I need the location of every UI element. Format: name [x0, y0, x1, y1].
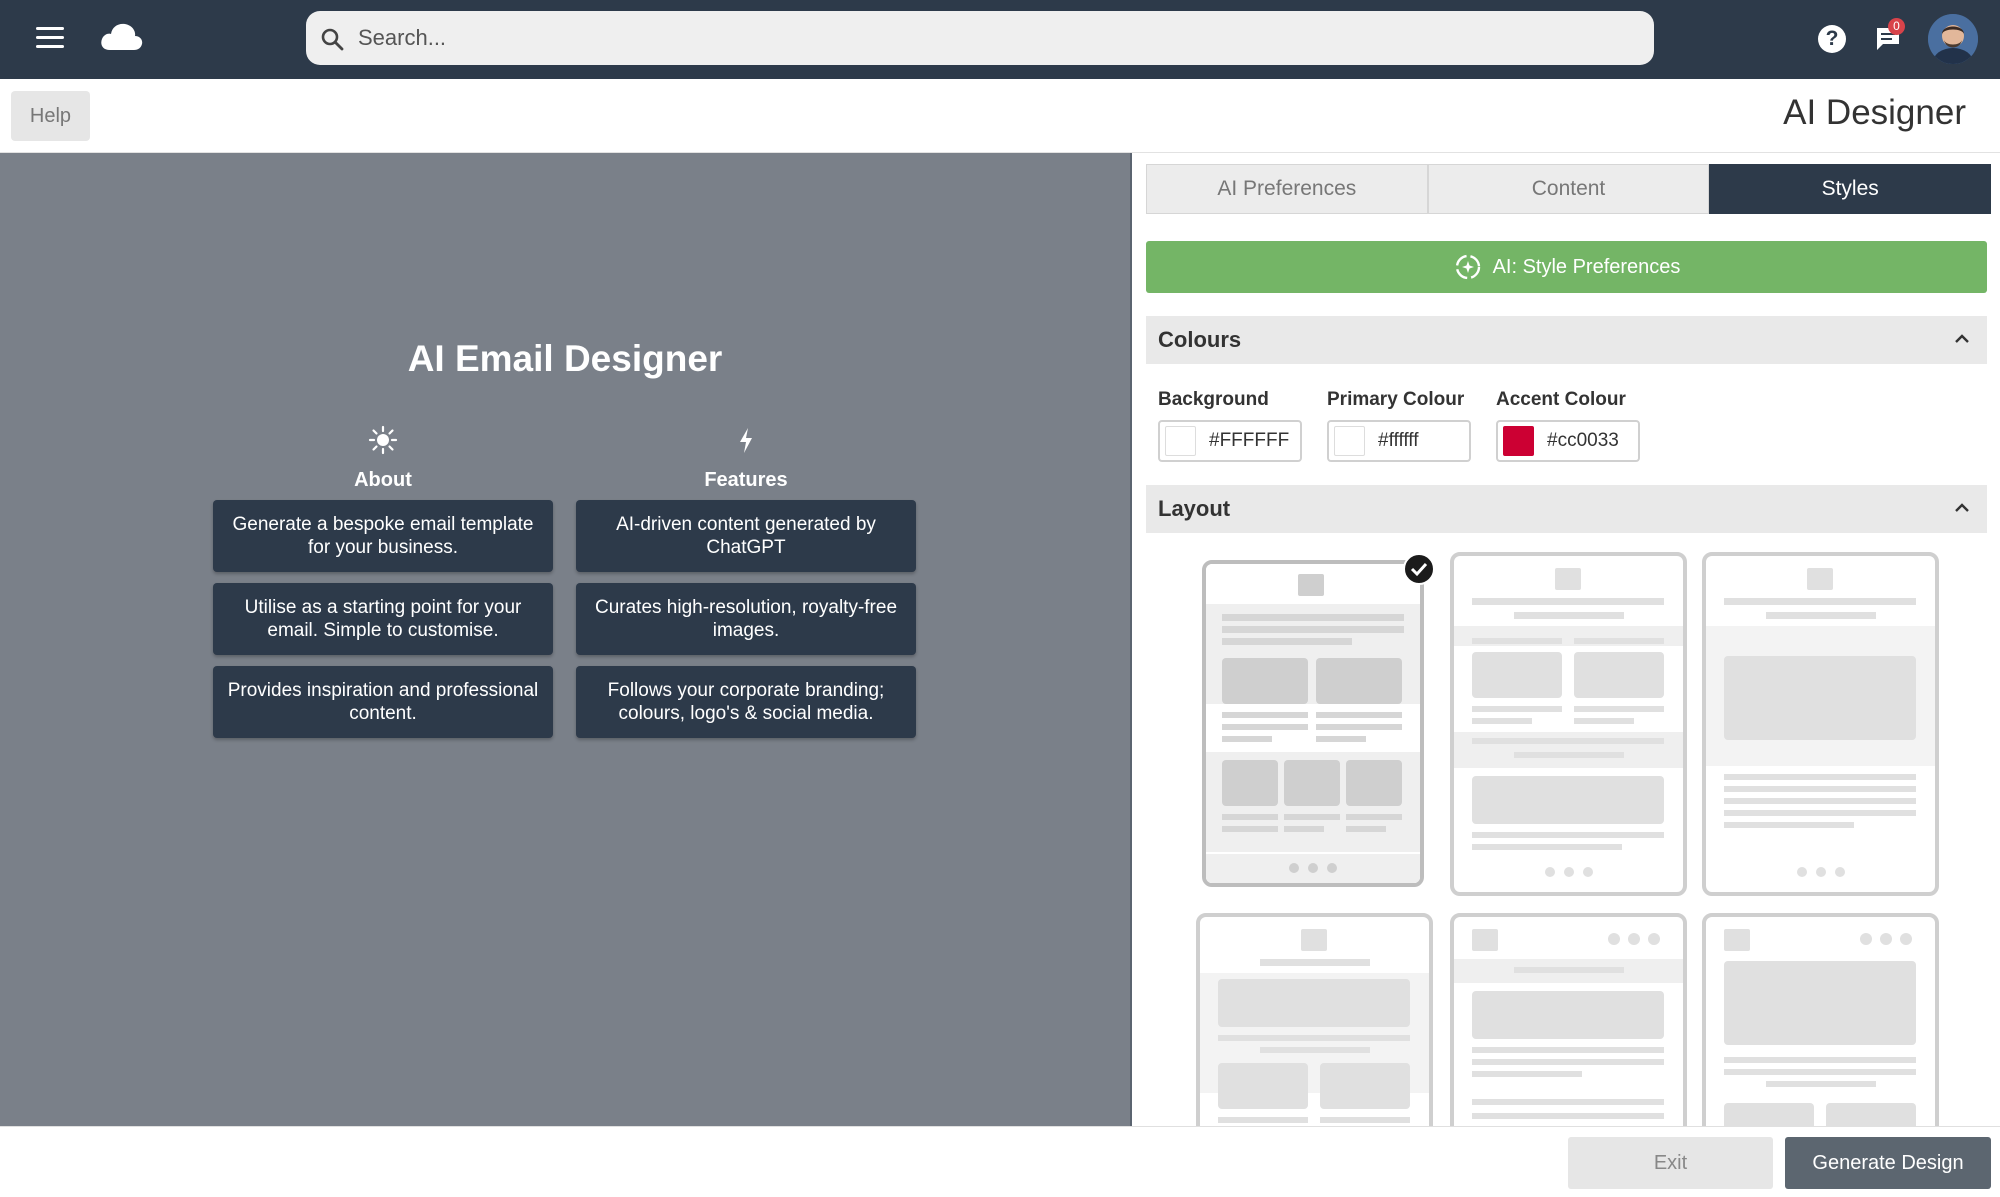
preview-canvas: AI Email Designer About Features Generat… [0, 153, 1130, 1126]
layout-preview-graphic [1454, 568, 1683, 877]
accent-colour-input[interactable]: #cc0033 [1496, 420, 1640, 462]
primary-colour-value: #ffffff [1378, 430, 1419, 451]
primary-colour-swatch[interactable] [1334, 426, 1365, 456]
ai-style-preferences-button[interactable]: AI: Style Preferences [1146, 241, 1987, 293]
help-button[interactable]: Help [11, 91, 90, 141]
colours-section-header[interactable]: Colours [1146, 316, 1987, 364]
features-label: Features [704, 469, 788, 491]
top-navbar: ? 0 [0, 0, 2000, 79]
layout-option[interactable] [1450, 913, 1687, 1126]
layout-preview-graphic [1206, 564, 1420, 883]
accent-colour-swatch[interactable] [1503, 426, 1534, 456]
accent-colour-value: #cc0033 [1547, 430, 1619, 451]
tab-ai-preferences[interactable]: AI Preferences [1146, 164, 1428, 214]
layout-preview-graphic [1200, 929, 1429, 1123]
cloud-logo-icon[interactable] [98, 20, 144, 54]
primary-colour-input[interactable]: #ffffff [1327, 420, 1471, 462]
preview-title: AI Email Designer [407, 338, 723, 379]
features-heading: Features [576, 425, 916, 492]
panel-tabs: AI Preferences Content Styles [1146, 164, 1992, 214]
search-icon [321, 28, 344, 51]
colours-heading: Colours [1158, 327, 1242, 352]
background-colour-field: Background #FFFFFF [1158, 389, 1302, 462]
settings-panel: AI Preferences Content Styles AI: Style … [1130, 153, 2000, 1126]
ai-style-preferences-label: AI: Style Preferences [1492, 255, 1681, 278]
layout-heading: Layout [1158, 496, 1231, 521]
notification-badge: 0 [1888, 18, 1905, 35]
ai-refresh-icon [1455, 254, 1480, 280]
layout-option[interactable] [1702, 913, 1939, 1126]
search-input[interactable] [358, 11, 1638, 65]
about-card: Generate a bespoke email template for yo… [213, 500, 553, 572]
layout-option[interactable] [1450, 552, 1687, 896]
features-card: Curates high-resolution, royalty-free im… [576, 583, 916, 655]
layout-option[interactable] [1196, 913, 1433, 1126]
about-heading: About [213, 425, 553, 492]
accent-colour-field: Accent Colour #cc0033 [1496, 389, 1640, 462]
layout-section-header[interactable]: Layout [1146, 485, 1987, 533]
menu-icon[interactable] [36, 27, 64, 49]
tab-content[interactable]: Content [1427, 164, 1710, 214]
features-card: Follows your corporate branding; colours… [576, 666, 916, 738]
background-colour-input[interactable]: #FFFFFF [1158, 420, 1302, 462]
exit-button[interactable]: Exit [1568, 1137, 1773, 1189]
layout-option[interactable] [1702, 552, 1939, 896]
about-card: Provides inspiration and professional co… [213, 666, 553, 738]
accent-colour-label: Accent Colour [1496, 389, 1626, 410]
layout-preview-graphic [1706, 568, 1935, 877]
avatar[interactable] [1928, 14, 1978, 64]
chevron-up-icon[interactable] [1953, 330, 1971, 348]
primary-colour-field: Primary Colour #ffffff [1327, 389, 1471, 462]
sub-header: Help AI Designer [0, 79, 2000, 153]
primary-colour-label: Primary Colour [1327, 389, 1465, 410]
sun-icon [368, 425, 398, 455]
page-title: AI Designer [1783, 93, 1966, 132]
about-label: About [354, 469, 412, 491]
layout-option[interactable] [1202, 560, 1424, 887]
tab-styles[interactable]: Styles [1709, 164, 1992, 214]
layout-preview-graphic [1454, 929, 1683, 1119]
background-colour-swatch[interactable] [1165, 426, 1196, 456]
lightning-icon [740, 428, 752, 453]
footer-bar: Exit Generate Design [0, 1126, 2000, 1197]
features-card: AI-driven content generated by ChatGPT [576, 500, 916, 572]
about-card: Utilise as a starting point for your ema… [213, 583, 553, 655]
help-icon[interactable]: ? [1818, 25, 1846, 53]
layout-preview-graphic [1724, 929, 1916, 1126]
chevron-up-icon[interactable] [1953, 499, 1971, 517]
selected-check-icon [1403, 553, 1435, 585]
background-colour-value: #FFFFFF [1209, 430, 1290, 451]
generate-design-button[interactable]: Generate Design [1785, 1137, 1991, 1189]
search-bar [306, 11, 1654, 65]
background-colour-label: Background [1158, 389, 1269, 410]
